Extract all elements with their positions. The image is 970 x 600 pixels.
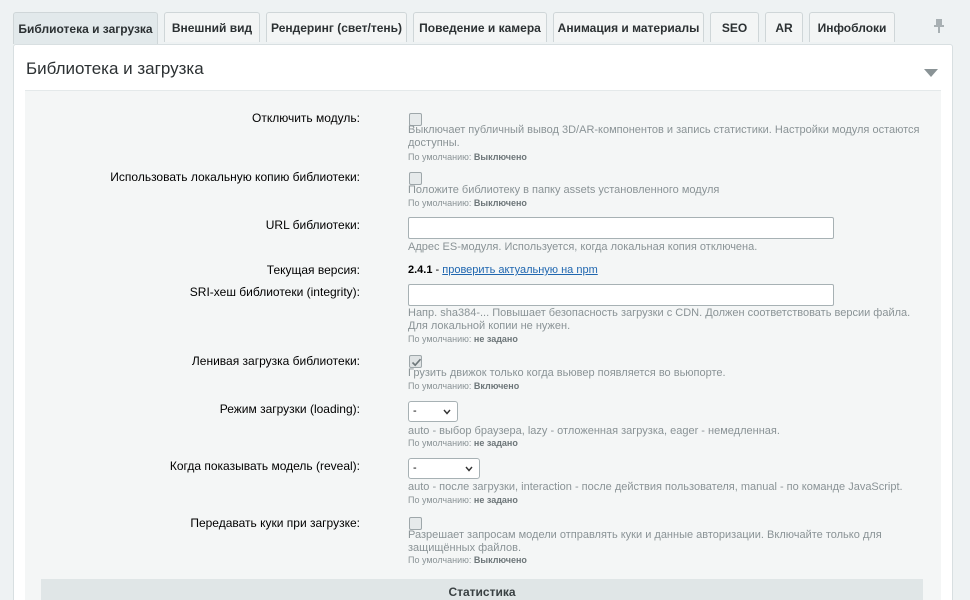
- library-url-label: URL библиотеки:: [265, 218, 360, 232]
- current-version-value: 2.4.1 - проверить актуальную на npm: [408, 264, 598, 276]
- statistics-section-header[interactable]: Статистика: [41, 579, 923, 600]
- panel-header[interactable]: Библиотека и загрузка: [14, 45, 952, 91]
- tab-behavior[interactable]: Поведение и камера: [413, 12, 547, 42]
- reveal-label: Когда показывать модель (reveal):: [169, 459, 360, 473]
- reveal-select[interactable]: -: [408, 458, 480, 479]
- lazy-load-default: По умолчанию: Включено: [408, 381, 520, 391]
- chevron-down-icon: [465, 466, 473, 472]
- pin-icon[interactable]: [932, 18, 946, 34]
- cookies-default: По умолчанию: Выключено: [408, 555, 527, 565]
- tab-ar[interactable]: AR: [765, 12, 803, 42]
- check-npm-link[interactable]: проверить актуальную на npm: [442, 264, 598, 276]
- library-url-input[interactable]: [408, 217, 834, 239]
- tab-animation[interactable]: Анимация и материалы: [553, 12, 704, 42]
- loading-mode-desc: auto - выбор браузера, lazy - отложенная…: [408, 425, 780, 437]
- disable-module-label: Отключить модуль:: [252, 111, 360, 125]
- settings-panel: Библиотека и загрузка Отключить модуль: …: [13, 44, 953, 600]
- disable-module-default: По умолчанию: Выключено: [408, 152, 527, 162]
- panel-body: Отключить модуль: Выключает публичный вы…: [25, 90, 941, 600]
- library-url-desc: Адрес ES-модуля. Используется, когда лок…: [408, 241, 758, 253]
- tab-rendering[interactable]: Рендеринг (свет/тень): [266, 12, 407, 42]
- sri-hash-desc: Напр. sha384-... Повышает безопасность з…: [408, 307, 911, 332]
- tab-library[interactable]: Библиотека и загрузка: [13, 12, 158, 44]
- loading-mode-label: Режим загрузки (loading):: [219, 402, 360, 416]
- sri-hash-input[interactable]: [408, 284, 834, 306]
- local-copy-label: Использовать локальную копию библиотеки:: [110, 170, 360, 184]
- tab-seo[interactable]: SEO: [710, 12, 759, 42]
- local-copy-default: По умолчанию: Выключено: [408, 198, 527, 208]
- version-number: 2.4.1: [408, 264, 433, 276]
- local-copy-desc: Положите библиотеку в папку assets устан…: [408, 184, 720, 196]
- panel-title: Библиотека и загрузка: [26, 59, 204, 78]
- sri-hash-default: По умолчанию: не задано: [408, 334, 518, 344]
- tab-infoblocks[interactable]: Инфоблоки: [809, 12, 895, 42]
- current-version-label: Текущая версия:: [266, 263, 360, 277]
- tab-appearance[interactable]: Внешний вид: [164, 12, 260, 42]
- lazy-load-label: Ленивая загрузка библиотеки:: [191, 354, 360, 368]
- reveal-default: По умолчанию: не задано: [408, 495, 518, 505]
- triangle-down-icon[interactable]: [924, 66, 938, 77]
- cookies-desc: Разрешает запросам модели отправлять кук…: [408, 529, 882, 554]
- loading-mode-default: По умолчанию: не задано: [408, 438, 518, 448]
- loading-mode-select[interactable]: -: [408, 401, 458, 422]
- sri-hash-label: SRI-хеш библиотеки (integrity):: [189, 285, 360, 299]
- cookies-label: Передавать куки при загрузке:: [190, 516, 360, 530]
- reveal-desc: auto - после загрузки, interaction - пос…: [408, 481, 903, 493]
- settings-tabs: Библиотека и загрузка Внешний вид Рендер…: [13, 12, 953, 44]
- chevron-down-icon: [443, 409, 451, 415]
- lazy-load-desc: Грузить движок только когда вьювер появл…: [408, 367, 726, 379]
- disable-module-desc: Выключает публичный вывод 3D/AR-компонен…: [408, 124, 920, 149]
